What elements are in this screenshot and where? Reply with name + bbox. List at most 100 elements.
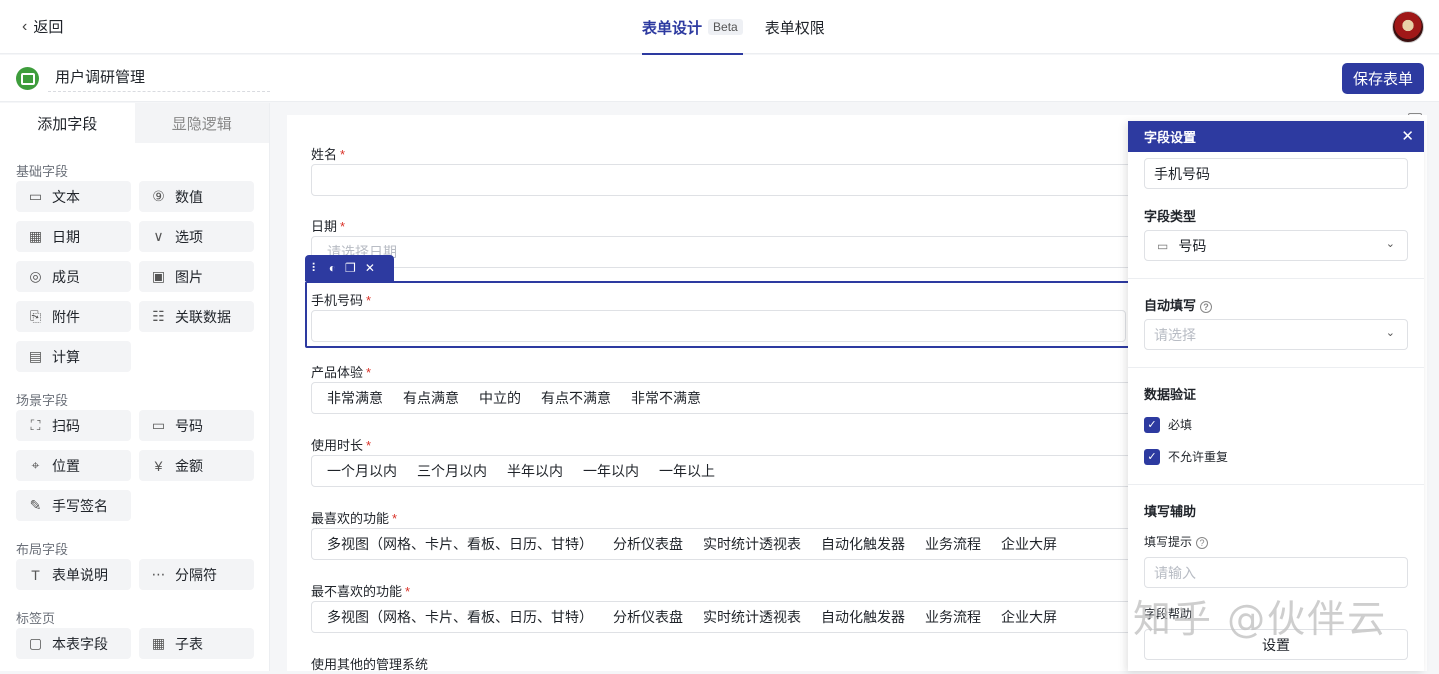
option-item[interactable]: 自动化触发器 <box>821 534 905 554</box>
option-item[interactable]: 实时统计透视表 <box>703 534 801 554</box>
field-item-text[interactable]: ▭ 文本 <box>16 181 131 212</box>
save-form-button[interactable]: 保存表单 <box>1342 63 1424 94</box>
field-item-label: 号码 <box>175 417 203 434</box>
option-item[interactable]: 半年以内 <box>507 461 563 481</box>
help-icon[interactable]: ? <box>1200 301 1213 313</box>
calculator-icon: ▤ <box>28 348 43 364</box>
subtable-icon: ▦ <box>151 635 166 651</box>
question-usage-duration[interactable]: 使用时长 * 一个月以内 三个月以内 半年以内 一年以内 一年以上 <box>311 435 1361 487</box>
drag-handle-icon[interactable]: ⠇ <box>311 261 320 275</box>
calendar-icon: ▦ <box>28 228 43 244</box>
question-label: 姓名 * <box>311 147 346 162</box>
option-item[interactable]: 非常满意 <box>327 388 383 408</box>
autofill-select[interactable]: 请选择 ⌄ <box>1144 319 1408 350</box>
option-item[interactable]: 非常不满意 <box>631 388 701 408</box>
question-product-experience[interactable]: 产品体验 * 非常满意 有点满意 中立的 有点不满意 非常不满意 <box>311 362 1361 414</box>
chevron-down-icon: ⌄ <box>1385 238 1395 250</box>
field-item-signature[interactable]: ✎ 手写签名 <box>16 490 131 521</box>
option-item[interactable]: 三个月以内 <box>417 461 487 481</box>
question-other-systems[interactable]: 使用其他的管理系统 <box>311 654 1131 674</box>
divider <box>1128 278 1424 279</box>
field-item-calculation[interactable]: ▤ 计算 <box>16 341 131 372</box>
close-icon[interactable]: ✕ <box>1401 127 1414 145</box>
field-item-scan[interactable]: ⛶ 扫码 <box>16 410 131 441</box>
field-item-amount[interactable]: ¥ 金额 <box>139 450 254 481</box>
chevron-left-icon: ‹ <box>22 17 28 35</box>
field-item-label: 手写签名 <box>52 497 108 514</box>
option-item[interactable]: 企业大屏 <box>1001 534 1057 554</box>
field-item-form-description[interactable]: T 表单说明 <box>16 559 131 590</box>
trash-icon[interactable]: ✕ <box>365 261 375 275</box>
option-item[interactable]: 有点不满意 <box>541 388 611 408</box>
tab-form-design[interactable]: 表单设计 Beta <box>642 0 743 55</box>
field-item-number[interactable]: ⑨ 数值 <box>139 181 254 212</box>
field-item-subtable[interactable]: ▦ 子表 <box>139 628 254 659</box>
field-type-select[interactable]: ▭ 号码 ⌄ <box>1144 230 1408 261</box>
question-least-favorite-feature[interactable]: 最不喜欢的功能 * 多视图（网格、卡片、看板、日历、甘特） 分析仪表盘 实时统计透… <box>311 581 1361 633</box>
field-item-option[interactable]: ∨ 选项 <box>139 221 254 252</box>
autofill-placeholder: 请选择 <box>1154 326 1196 343</box>
tab-form-permissions[interactable]: 表单权限 <box>765 0 825 54</box>
back-button[interactable]: ‹ 返回 <box>22 16 63 37</box>
field-item-member[interactable]: ◎ 成员 <box>16 261 131 292</box>
hint-input[interactable]: 请输入 <box>1144 557 1408 588</box>
group-title-basic: 基础字段 <box>16 164 69 179</box>
avatar[interactable] <box>1392 11 1424 43</box>
copy-icon[interactable]: ❐ <box>345 261 356 275</box>
table-field-icon: ▢ <box>28 635 43 651</box>
option-item[interactable]: 一个月以内 <box>327 461 397 481</box>
question-label: 使用其他的管理系统 <box>311 657 429 672</box>
field-item-phone-number[interactable]: ▭ 号码 <box>139 410 254 441</box>
tab-add-field[interactable]: 添加字段 <box>0 103 135 143</box>
back-label: 返回 <box>33 19 64 36</box>
option-item[interactable]: 企业大屏 <box>1001 607 1057 627</box>
option-item[interactable]: 中立的 <box>479 388 521 408</box>
beta-badge: Beta <box>708 19 743 35</box>
field-item-table-field[interactable]: ▢ 本表字段 <box>16 628 131 659</box>
option-item[interactable]: 业务流程 <box>925 534 981 554</box>
assist-label: 填写辅助 <box>1144 504 1197 519</box>
form-title-input[interactable]: 用户调研管理 <box>48 66 270 92</box>
field-name-input[interactable]: 手机号码 <box>1144 158 1408 189</box>
option-icon: ∨ <box>153 228 164 244</box>
option-item[interactable]: 多视图（网格、卡片、看板、日历、甘特） <box>327 534 593 554</box>
chevron-down-icon: ⌄ <box>1385 327 1395 339</box>
question-phone[interactable]: 手机号码 * <box>311 290 1131 342</box>
palette-icon[interactable]: ◐ <box>329 261 336 275</box>
tab-visibility-logic[interactable]: 显隐逻辑 <box>134 103 269 143</box>
required-checkbox-row[interactable]: ✓ 必填 <box>1144 416 1192 433</box>
option-item[interactable]: 有点满意 <box>403 388 459 408</box>
question-favorite-feature[interactable]: 最喜欢的功能 * 多视图（网格、卡片、看板、日历、甘特） 分析仪表盘 实时统计透视… <box>311 508 1361 560</box>
option-item[interactable]: 自动化触发器 <box>821 607 905 627</box>
field-item-image[interactable]: ▣ 图片 <box>139 261 254 292</box>
question-date[interactable]: 日期 * 请选择日期 <box>311 216 1361 268</box>
field-item-attachment[interactable]: ⎘ 附件 <box>16 301 131 332</box>
field-item-separator[interactable]: ⋯ 分隔符 <box>139 559 254 590</box>
field-item-label: 扫码 <box>52 417 80 434</box>
unique-checkbox[interactable]: ✓ <box>1144 448 1160 465</box>
currency-icon: ¥ <box>154 457 163 474</box>
option-item[interactable]: 分析仪表盘 <box>613 607 683 627</box>
phone-input-preview[interactable] <box>311 310 1126 342</box>
field-item-location[interactable]: ⌖ 位置 <box>16 450 131 481</box>
form-header: 用户调研管理 保存表单 <box>0 55 1439 102</box>
field-item-date[interactable]: ▦ 日期 <box>16 221 131 252</box>
question-name[interactable]: 姓名 * <box>311 144 1361 196</box>
required-checkbox[interactable]: ✓ <box>1144 416 1160 433</box>
field-type-value: 号码 <box>1178 237 1207 254</box>
option-item[interactable]: 一年以内 <box>583 461 639 481</box>
autofill-label: 自动填写? <box>1144 295 1213 314</box>
option-item[interactable]: 多视图（网格、卡片、看板、日历、甘特） <box>327 607 593 627</box>
option-item[interactable]: 实时统计透视表 <box>703 607 801 627</box>
required-label: 必填 <box>1168 418 1193 432</box>
option-item[interactable]: 一年以上 <box>659 461 715 481</box>
option-item[interactable]: 业务流程 <box>925 607 981 627</box>
location-icon: ⌖ <box>31 457 40 473</box>
option-item[interactable]: 分析仪表盘 <box>613 534 683 554</box>
help-icon[interactable]: ? <box>1196 537 1209 549</box>
field-item-link-data[interactable]: ☷ 关联数据 <box>139 301 254 332</box>
attachment-icon: ⎘ <box>29 308 42 324</box>
field-item-label: 选项 <box>175 228 203 245</box>
unique-checkbox-row[interactable]: ✓ 不允许重复 <box>1144 448 1228 465</box>
text-field-icon: ▭ <box>28 188 43 204</box>
